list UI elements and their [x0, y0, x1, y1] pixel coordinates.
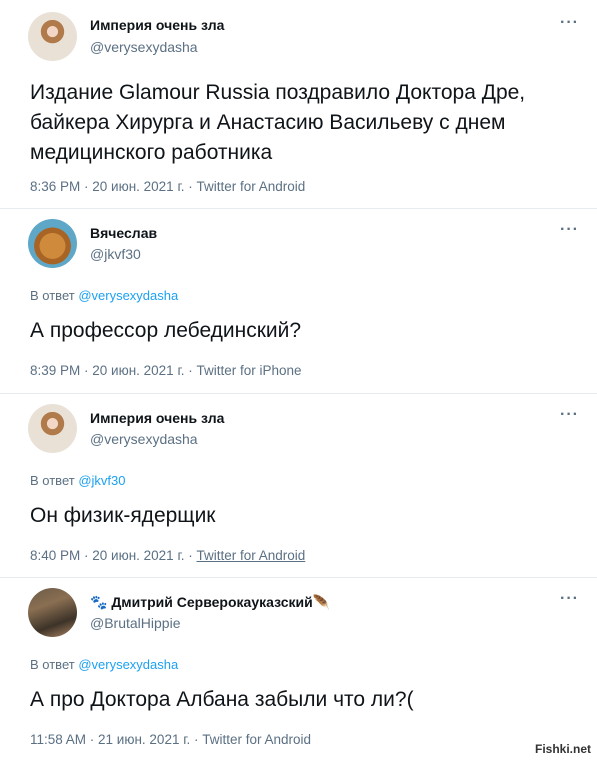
author-handle[interactable]: @verysexydasha: [90, 39, 198, 55]
reply-context: В ответ @jkvf30: [30, 473, 125, 488]
avatar[interactable]: [28, 12, 77, 61]
tweet-4: 🐾 Дмитрий Серверокауказский🪶 @BrutalHipp…: [0, 578, 597, 762]
author-name-text: Дмитрий Серверокауказский: [111, 594, 313, 610]
watermark: Fishki.net: [534, 742, 591, 756]
reply-to-link[interactable]: @verysexydasha: [78, 657, 178, 672]
reply-prefix: В ответ: [30, 473, 79, 488]
tweet-source-link[interactable]: Twitter for Android: [196, 548, 305, 563]
tweet-time: 8:40 PM · 20 июн. 2021 г. ·: [30, 548, 197, 563]
more-options-icon[interactable]: ···: [560, 590, 579, 608]
tweet-meta: 11:58 AM · 21 июн. 2021 г. · Twitter for…: [30, 732, 312, 747]
author-name[interactable]: 🐾 Дмитрий Серверокауказский🪶: [90, 594, 330, 611]
author-name[interactable]: Империя очень зла: [90, 410, 224, 426]
reply-prefix: В ответ: [30, 657, 79, 672]
reply-to-link[interactable]: @verysexydasha: [78, 288, 178, 303]
reply-context: В ответ @verysexydasha: [30, 288, 178, 303]
tweet-3: Империя очень зла @verysexydasha ··· В о…: [0, 394, 597, 578]
reply-context: В ответ @verysexydasha: [30, 657, 178, 672]
tweet-text: А про Доктора Албана забыли что ли?(: [30, 688, 414, 711]
avatar[interactable]: [28, 588, 77, 637]
tweet-meta: 8:36 PM · 20 июн. 2021 г. · Twitter for …: [30, 179, 306, 194]
avatar[interactable]: [28, 219, 77, 268]
paw-emoji-icon: 🐾: [90, 594, 108, 610]
reply-prefix: В ответ: [30, 288, 79, 303]
tweet-text: А профессор лебединский?: [30, 319, 302, 342]
author-name[interactable]: Империя очень зла: [90, 17, 224, 33]
tweet-1: Империя очень зла @verysexydasha ··· Изд…: [0, 0, 597, 209]
more-options-icon[interactable]: ···: [560, 14, 579, 32]
author-handle[interactable]: @jkvf30: [90, 246, 141, 262]
more-options-icon[interactable]: ···: [560, 406, 579, 424]
tweet-meta: 8:40 PM · 20 июн. 2021 г. · Twitter for …: [30, 548, 305, 563]
author-handle[interactable]: @verysexydasha: [90, 431, 198, 447]
reply-to-link[interactable]: @jkvf30: [78, 473, 125, 488]
author-name[interactable]: Вячеслав: [90, 225, 157, 241]
tweet-text: Издание Glamour Russia поздравило Доктор…: [30, 81, 526, 164]
feather-emoji-icon: 🪶: [312, 594, 331, 610]
more-options-icon[interactable]: ···: [560, 221, 579, 239]
tweet-text: Он физик-ядерщик: [30, 504, 216, 527]
avatar[interactable]: [28, 404, 77, 453]
tweet-2: Вячеслав @jkvf30 ··· В ответ @verysexyda…: [0, 209, 597, 394]
tweet-meta: 8:39 PM · 20 июн. 2021 г. · Twitter for …: [30, 363, 302, 378]
author-handle[interactable]: @BrutalHippie: [90, 615, 180, 631]
